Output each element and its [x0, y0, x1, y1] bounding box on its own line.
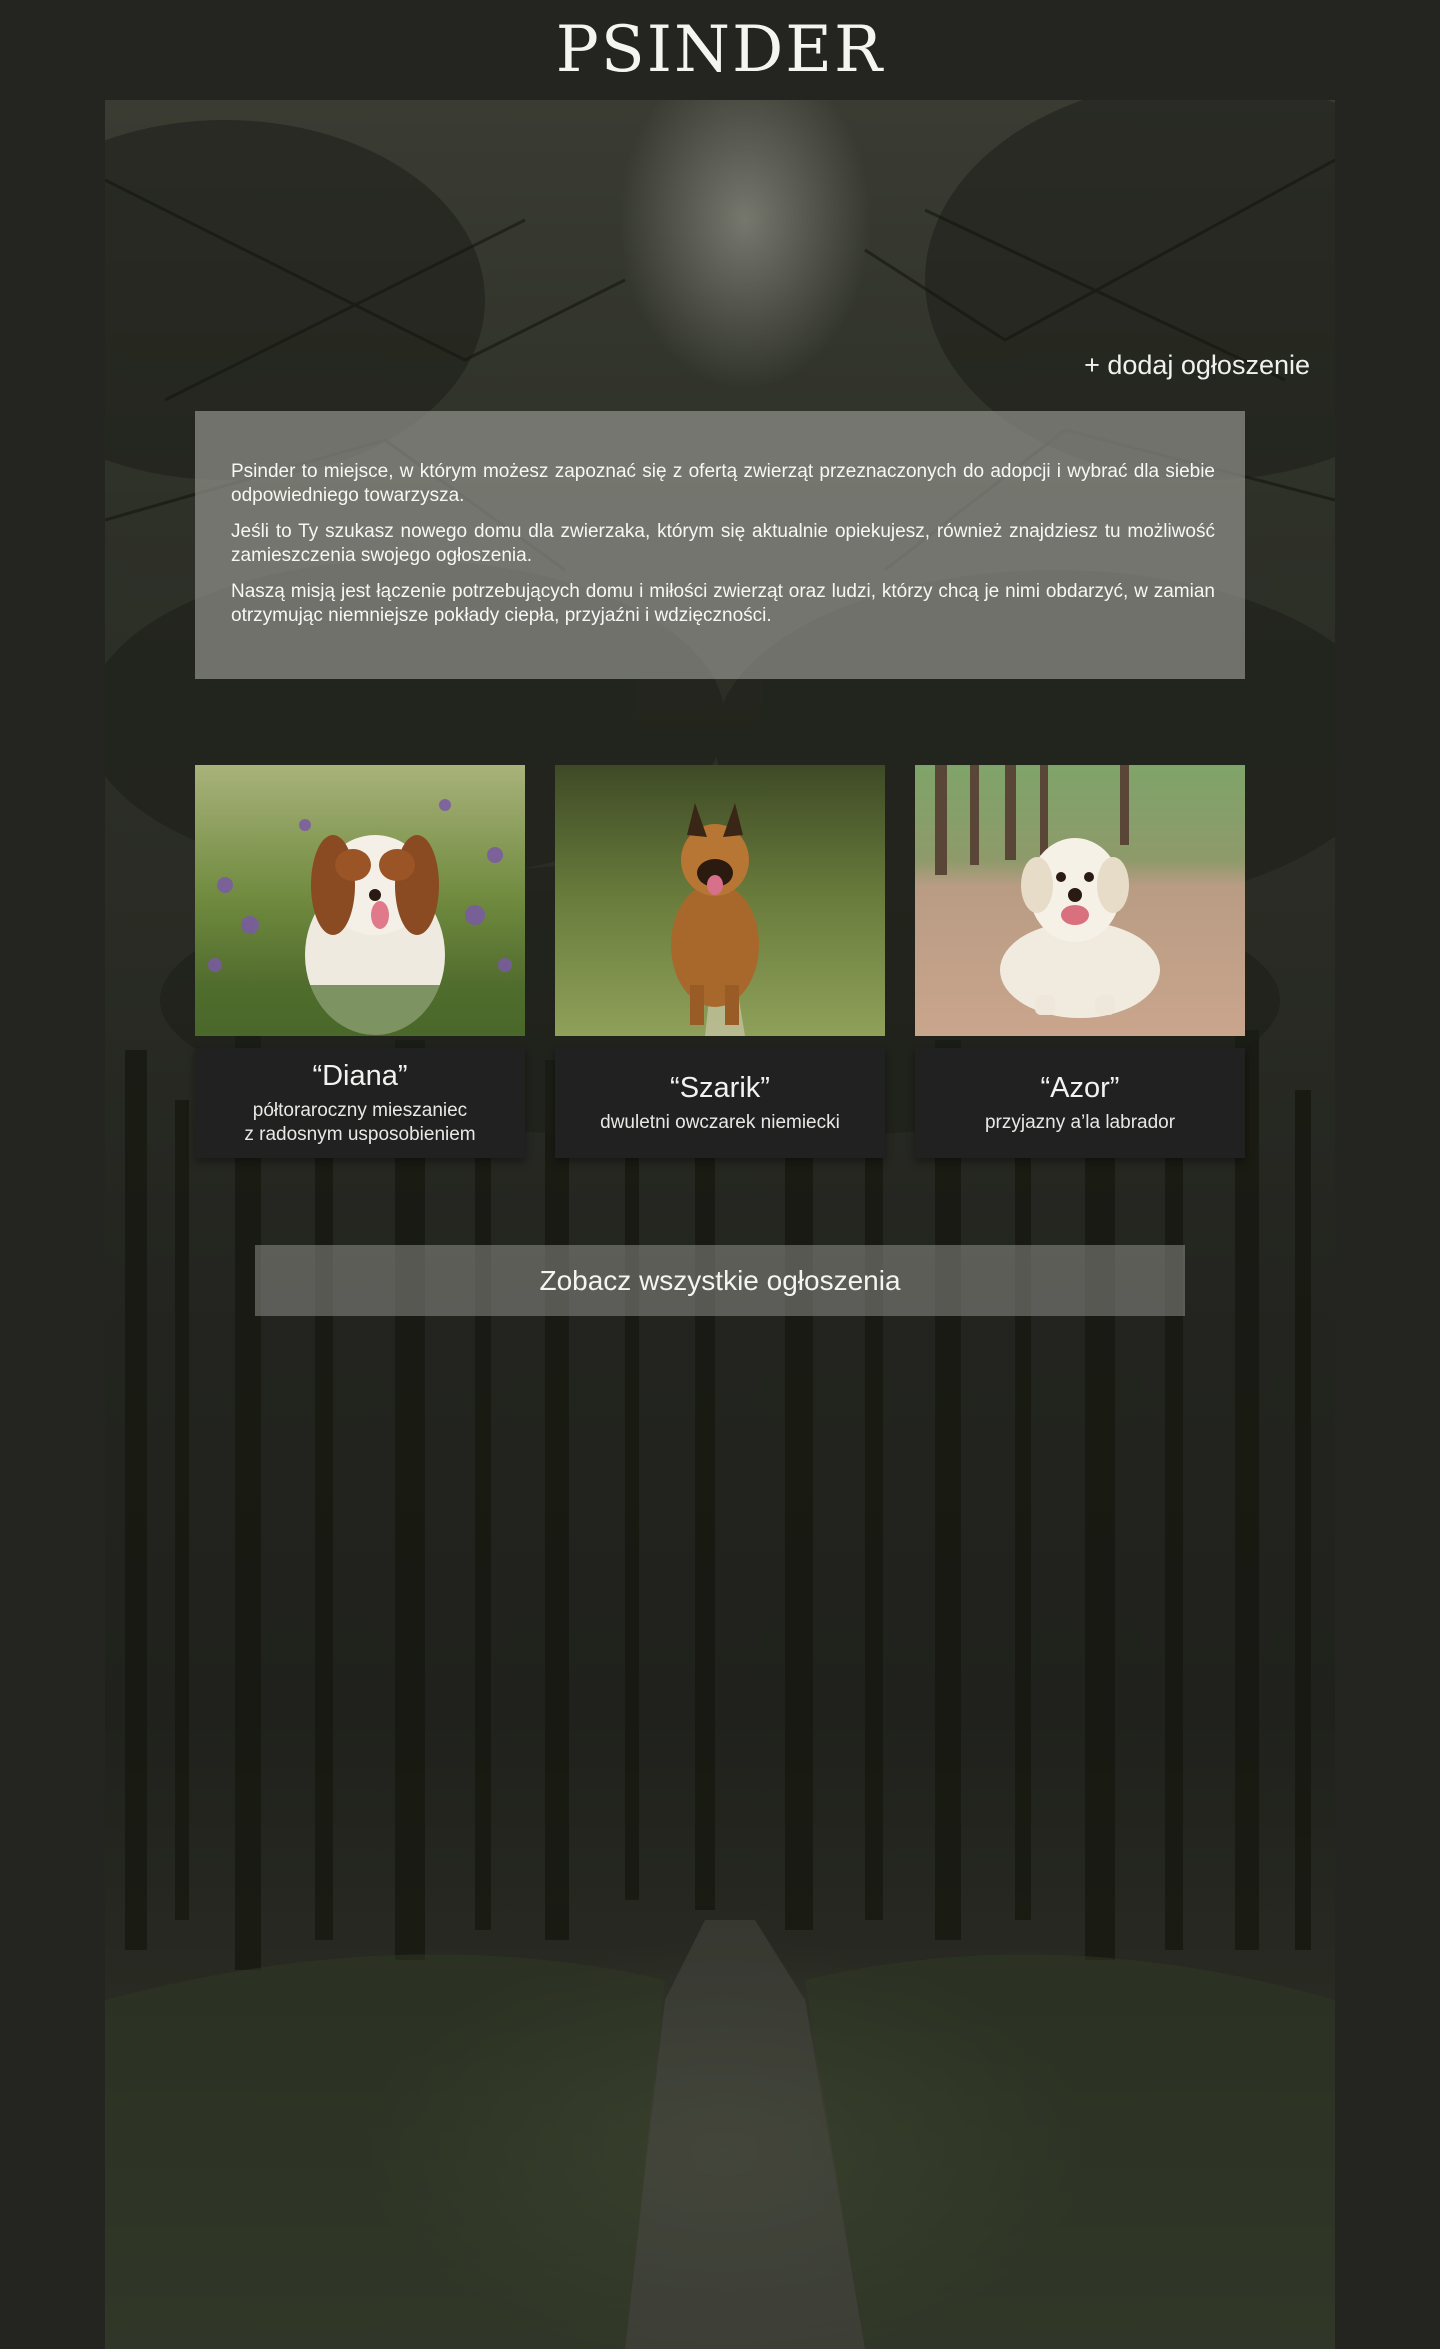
dog-name: “Azor”: [1040, 1071, 1120, 1104]
dog-photo-diana[interactable]: [195, 765, 525, 1036]
dog-description: dwuletni owczarek niemiecki: [600, 1111, 840, 1135]
dog-name: “Diana”: [312, 1059, 408, 1092]
dog-description-line: półtoraroczny mieszaniec: [252, 1099, 468, 1121]
dog-description-line: przyjazny a’la labrador: [984, 1111, 1176, 1133]
dog-caption-diana: “Diana” półtoraroczny mieszaniec z rados…: [195, 1048, 525, 1158]
dog-name: “Szarik”: [670, 1071, 770, 1104]
site-header: PSINDER: [0, 0, 1440, 100]
dog-caption-szarik: “Szarik” dwuletni owczarek niemiecki: [555, 1048, 885, 1158]
intro-paragraph: Psinder to miejsce, w którym możesz zapo…: [231, 461, 1215, 506]
dog-photo-szarik[interactable]: [555, 765, 885, 1036]
dog-card-azor[interactable]: “Azor” przyjazny a’la labrador: [915, 765, 1245, 1158]
dog-description: przyjazny a’la labrador: [985, 1111, 1175, 1135]
dog-description-line: z radosnym usposobieniem: [244, 1123, 476, 1145]
see-all-listings-button[interactable]: Zobacz wszystkie ogłoszenia: [255, 1245, 1185, 1316]
intro-paragraph: Jeśli to Ty szukasz nowego domu dla zwie…: [231, 521, 1215, 566]
add-listing-link[interactable]: + dodaj ogłoszenie: [1084, 350, 1310, 381]
dog-description: półtoraroczny mieszaniec z radosnym uspo…: [244, 1099, 475, 1147]
intro-paragraph: Naszą misją jest łączenie potrzebujących…: [231, 581, 1215, 626]
dog-photo-diana-illustration: [195, 765, 525, 1036]
dog-description-line: dwuletni owczarek niemiecki: [600, 1111, 840, 1133]
dog-photo-szarik-illustration: [555, 765, 885, 1036]
dog-photo-azor[interactable]: [915, 765, 1245, 1036]
dog-card-szarik[interactable]: “Szarik” dwuletni owczarek niemiecki: [555, 765, 885, 1158]
dog-caption-azor: “Azor” przyjazny a’la labrador: [915, 1048, 1245, 1158]
site-logo[interactable]: PSINDER: [556, 13, 884, 87]
dog-card-diana[interactable]: “Diana” półtoraroczny mieszaniec z rados…: [195, 765, 525, 1158]
dog-photo-azor-illustration: [915, 765, 1245, 1036]
intro-panel: Psinder to miejsce, w którym możesz zapo…: [195, 411, 1245, 679]
